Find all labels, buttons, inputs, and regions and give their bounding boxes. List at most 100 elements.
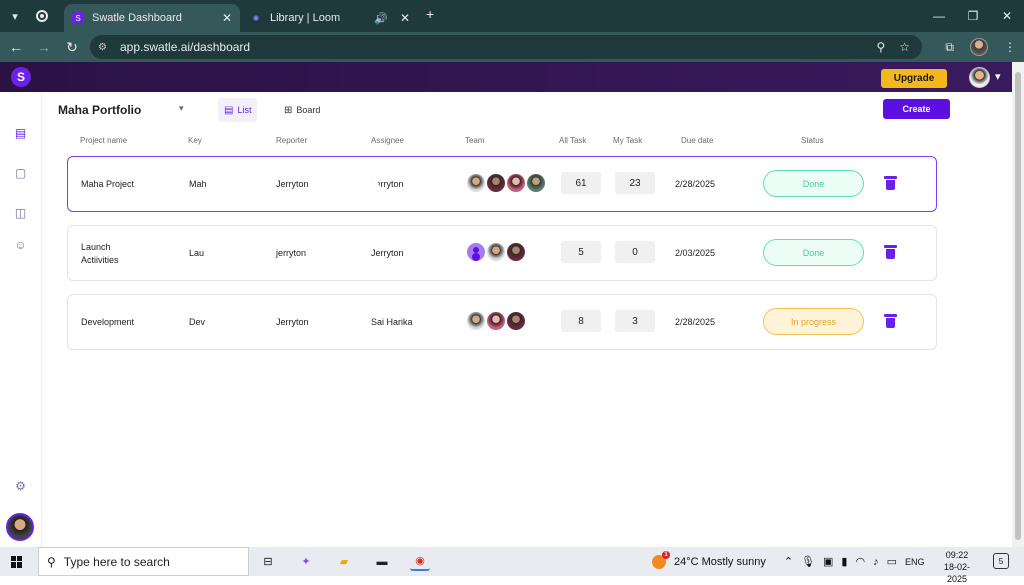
team-avatar[interactable] xyxy=(486,311,506,331)
minimize-icon[interactable]: — xyxy=(922,9,956,23)
trash-icon[interactable] xyxy=(884,176,897,190)
project-name[interactable]: Maha Project xyxy=(81,179,134,189)
chevron-down-icon[interactable]: ▾ xyxy=(179,103,184,114)
my-task-count: 23 xyxy=(615,172,655,194)
team-avatars[interactable] xyxy=(466,173,546,193)
project-row[interactable]: Maha Project Mah Jerryton Jerryton 61 23… xyxy=(67,156,937,212)
notification-center-icon[interactable]: 5 xyxy=(993,553,1009,569)
camera-icon[interactable]: ▣ xyxy=(823,555,833,568)
team-avatars[interactable] xyxy=(466,242,526,262)
taskbar-clock[interactable]: 09:22 18-02-2025 xyxy=(934,549,980,585)
speaker-icon[interactable]: 🔊 xyxy=(374,12,388,25)
sidebar: ▤ ▢ ◫ ☺ ⚙ xyxy=(0,92,42,547)
address-bar[interactable]: ⚙ app.swatle.ai/dashboard ⚲ ☆ xyxy=(90,35,922,59)
tab-list[interactable]: ▤ List xyxy=(218,98,258,122)
team-avatar[interactable] xyxy=(486,242,506,262)
close-tab-icon[interactable]: ✕ xyxy=(222,11,232,25)
browser-toolbar: ← → ↻ ⚙ app.swatle.ai/dashboard ⚲ ☆ ⧉ ⋮ xyxy=(0,32,1024,62)
weather-icon[interactable]: 1 xyxy=(652,550,670,569)
tab-board[interactable]: ⊞ Board xyxy=(278,98,326,122)
app-header: S Upgrade ▾ xyxy=(0,62,1012,92)
team-avatar[interactable] xyxy=(486,173,506,193)
project-name[interactable]: Development xyxy=(81,317,134,327)
project-name-line: Actiivities xyxy=(81,255,119,265)
extensions-icon[interactable]: ⧉ xyxy=(945,40,954,55)
user-icon[interactable] xyxy=(466,242,486,262)
bookmark-star-icon[interactable]: ☆ xyxy=(899,40,910,54)
chrome-icon[interactable]: ◉ xyxy=(410,553,430,571)
swatle-logo[interactable]: S xyxy=(11,67,31,87)
sidebar-projects-icon[interactable]: ▤ xyxy=(13,125,28,140)
site-info-icon[interactable]: ⚙ xyxy=(98,42,112,53)
team-avatars[interactable] xyxy=(466,311,526,331)
upgrade-button[interactable]: Upgrade xyxy=(881,69,947,88)
forward-icon[interactable]: → xyxy=(32,39,56,55)
windows-start-icon[interactable] xyxy=(11,555,23,568)
chevron-down-icon[interactable]: ▾ xyxy=(995,70,1001,83)
scrollbar-thumb[interactable] xyxy=(1015,72,1021,540)
status-badge[interactable]: In progress xyxy=(763,308,864,335)
status-badge[interactable]: Done xyxy=(763,239,864,266)
battery-icon[interactable]: ▭ xyxy=(887,555,897,568)
back-icon[interactable]: ← xyxy=(4,39,28,55)
search-icon: ⚲ xyxy=(47,554,56,569)
project-key: Lau xyxy=(189,248,205,258)
project-assignee[interactable]: Jerryton xyxy=(371,248,404,258)
chevron-up-icon[interactable]: ⌃ xyxy=(784,555,793,568)
project-row[interactable]: Launch Actiivities Lau jerryton Jerryton… xyxy=(67,225,937,281)
team-avatar[interactable] xyxy=(466,311,486,331)
new-tab-icon[interactable]: + xyxy=(426,6,434,22)
copilot-icon[interactable]: ✦ xyxy=(296,553,316,571)
project-name[interactable]: Launch Actiivities xyxy=(81,241,119,267)
profile-avatar[interactable] xyxy=(970,38,988,56)
mic-active-icon[interactable]: ▮ xyxy=(841,555,847,568)
sidebar-board-icon[interactable]: ◫ xyxy=(13,205,28,220)
microphone-icon[interactable]: 🎙 xyxy=(801,555,815,568)
wifi-icon[interactable]: ◠ xyxy=(855,555,865,568)
windows-taskbar: ⚲ Type here to search ⊟ ✦ ▰ ▬ ◉ 1 24°C M… xyxy=(0,547,1024,584)
team-avatar[interactable] xyxy=(506,173,526,193)
recording-icon[interactable] xyxy=(36,10,48,22)
team-avatar[interactable] xyxy=(466,173,486,193)
project-row[interactable]: Development Dev Jerryton Sai Harika 8 3 … xyxy=(67,294,937,350)
page-scrollbar[interactable] xyxy=(1012,62,1024,547)
close-window-icon[interactable]: ✕ xyxy=(990,9,1024,23)
portfolio-selector[interactable]: Maha Portfolio xyxy=(58,103,141,117)
status-badge[interactable]: Done xyxy=(763,170,864,197)
tab-search-button[interactable]: ▾ xyxy=(4,5,26,27)
list-icon: ▤ xyxy=(224,104,234,116)
trash-icon[interactable] xyxy=(884,245,897,259)
close-tab-icon[interactable]: ✕ xyxy=(400,11,410,25)
team-avatar[interactable] xyxy=(506,242,526,262)
clock-time: 09:22 xyxy=(945,550,969,560)
browser-tab-loom[interactable]: ✺ Library | Loom 🔊 ✕ xyxy=(242,4,418,32)
reload-icon[interactable]: ↻ xyxy=(60,39,84,56)
sidebar-chat-icon[interactable]: ▢ xyxy=(13,165,28,180)
window-controls: — ❐ ✕ xyxy=(922,0,1024,32)
weather-text[interactable]: 24°C Mostly sunny xyxy=(674,556,766,568)
project-reporter: Jerryton xyxy=(276,317,309,327)
team-avatar[interactable] xyxy=(526,173,546,193)
restore-icon[interactable]: ❐ xyxy=(956,9,990,23)
column-header-project-name: Project name xyxy=(80,136,128,145)
project-name-line: Launch xyxy=(81,242,111,252)
user-avatar[interactable] xyxy=(969,67,990,88)
sidebar-user-avatar[interactable] xyxy=(6,513,34,541)
file-explorer-icon[interactable]: ▰ xyxy=(334,553,354,571)
board-icon: ⊞ xyxy=(284,104,293,116)
sidebar-settings-icon[interactable]: ⚙ xyxy=(13,478,28,493)
menu-icon[interactable]: ⋮ xyxy=(1004,40,1016,54)
create-button[interactable]: Create xyxy=(883,99,950,119)
language-indicator[interactable]: ENG xyxy=(905,557,925,567)
browser-tab-swatle[interactable]: S Swatle Dashboard ✕ xyxy=(64,4,240,32)
volume-icon[interactable]: ♪ xyxy=(873,556,879,568)
trash-icon[interactable] xyxy=(884,314,897,328)
task-view-icon[interactable]: ⊟ xyxy=(258,553,278,571)
swatle-favicon-icon: S xyxy=(72,12,84,24)
team-avatar[interactable] xyxy=(506,311,526,331)
terminal-icon[interactable]: ▬ xyxy=(372,553,392,571)
project-assignee[interactable]: Sai Harika xyxy=(371,317,413,327)
sidebar-users-icon[interactable]: ☺ xyxy=(13,237,28,252)
taskbar-search[interactable]: ⚲ Type here to search xyxy=(38,547,249,576)
zoom-icon[interactable]: ⚲ xyxy=(876,40,885,54)
